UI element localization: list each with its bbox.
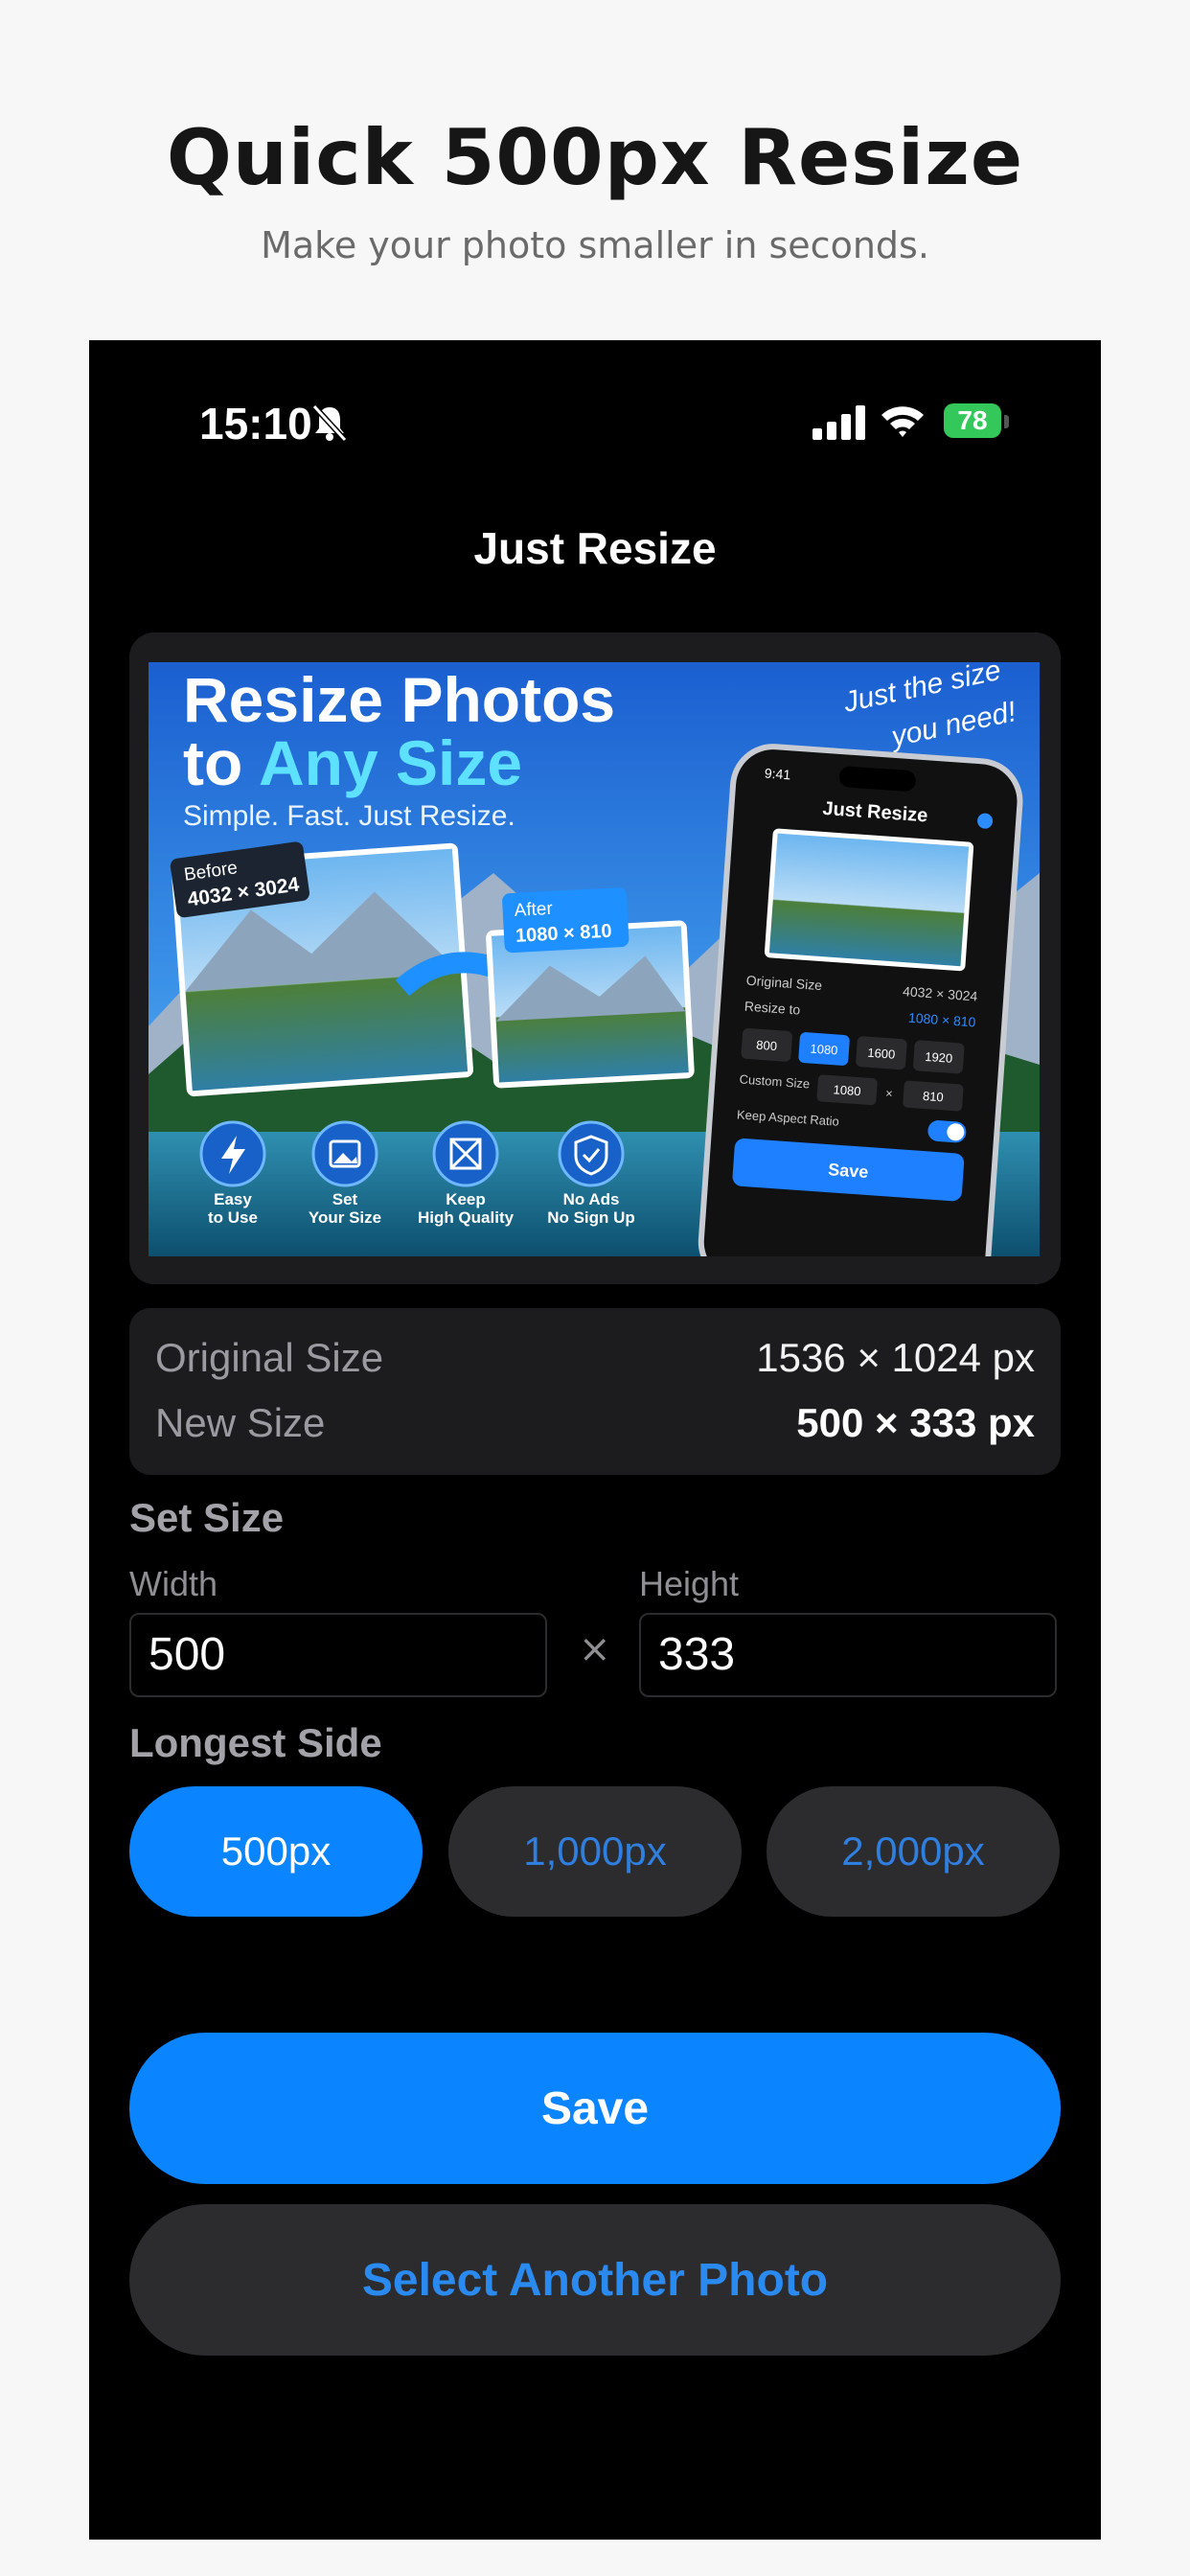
option-500px[interactable]: 500px <box>129 1786 423 1917</box>
option-2000px[interactable]: 2,000px <box>767 1786 1060 1917</box>
cellular-signal-icon <box>812 405 865 440</box>
svg-text:Keep: Keep <box>446 1190 486 1208</box>
bell-slash-icon <box>311 403 348 442</box>
svg-text:800: 800 <box>756 1038 778 1053</box>
select-another-photo-button[interactable]: Select Another Photo <box>129 2204 1061 2356</box>
mock-phone: 9:41 Just Resize Original Size 4032 × 30… <box>698 744 1023 1256</box>
set-size-title: Set Size <box>129 1495 285 1540</box>
original-size-value: 1536 × 1024 px <box>756 1335 1035 1380</box>
preview-title-line2a: to <box>183 727 242 798</box>
svg-text:810: 810 <box>923 1089 945 1104</box>
preview-image[interactable]: Resize Photos to Any Size Simple. Fast. … <box>149 662 1040 1256</box>
svg-text:×: × <box>885 1086 894 1100</box>
longest-side-title: Longest Side <box>129 1720 382 1765</box>
svg-text:Set: Set <box>332 1190 358 1208</box>
svg-text:to Use: to Use <box>208 1208 258 1227</box>
original-size-label: Original Size <box>155 1335 384 1380</box>
preview-title-line2b: Any Size <box>259 727 522 798</box>
battery-indicator: 78 <box>944 403 1001 438</box>
svg-text:Save: Save <box>828 1160 869 1182</box>
svg-text:1080: 1080 <box>810 1042 838 1058</box>
subline: Make your photo smaller in seconds. <box>261 224 929 266</box>
width-label: Width <box>129 1564 218 1603</box>
svg-text:1080: 1080 <box>833 1082 861 1098</box>
headline: Quick 500px Resize <box>166 113 1024 202</box>
svg-text:After: After <box>514 899 554 921</box>
app-title: Just Resize <box>473 523 717 573</box>
new-size-label: New Size <box>155 1400 326 1445</box>
height-label: Height <box>639 1564 740 1603</box>
wifi-icon <box>881 406 924 437</box>
svg-text:1920: 1920 <box>925 1049 953 1066</box>
status-time: 15:10 <box>199 399 312 448</box>
svg-text:1600: 1600 <box>867 1046 896 1062</box>
svg-text:Your Size: Your Size <box>309 1208 381 1227</box>
preview-title-line1: Resize Photos <box>183 664 615 735</box>
size-info-card: Original Size 1536 × 1024 px New Size 50… <box>129 1308 1061 1475</box>
preview-tagline: Simple. Fast. Just Resize. <box>183 800 515 832</box>
new-size-value: 500 × 333 px <box>796 1400 1035 1445</box>
svg-text:9:41: 9:41 <box>764 766 791 783</box>
battery-cap <box>1004 415 1009 428</box>
option-1000px[interactable]: 1,000px <box>448 1786 742 1917</box>
svg-text:No Sign Up: No Sign Up <box>547 1208 635 1227</box>
save-button[interactable]: Save <box>129 2033 1061 2184</box>
times-symbol: × <box>579 1627 611 1671</box>
width-input[interactable]: 500 <box>129 1613 547 1697</box>
feature-size: Set Your Size <box>309 1120 381 1227</box>
svg-text:High Quality: High Quality <box>418 1208 515 1227</box>
svg-text:No Ads: No Ads <box>563 1190 620 1208</box>
feature-easy: Easy to Use <box>199 1120 266 1227</box>
after-badge: After 1080 × 810 <box>502 887 629 954</box>
svg-text:Easy: Easy <box>214 1190 252 1208</box>
height-input[interactable]: 333 <box>639 1613 1057 1697</box>
